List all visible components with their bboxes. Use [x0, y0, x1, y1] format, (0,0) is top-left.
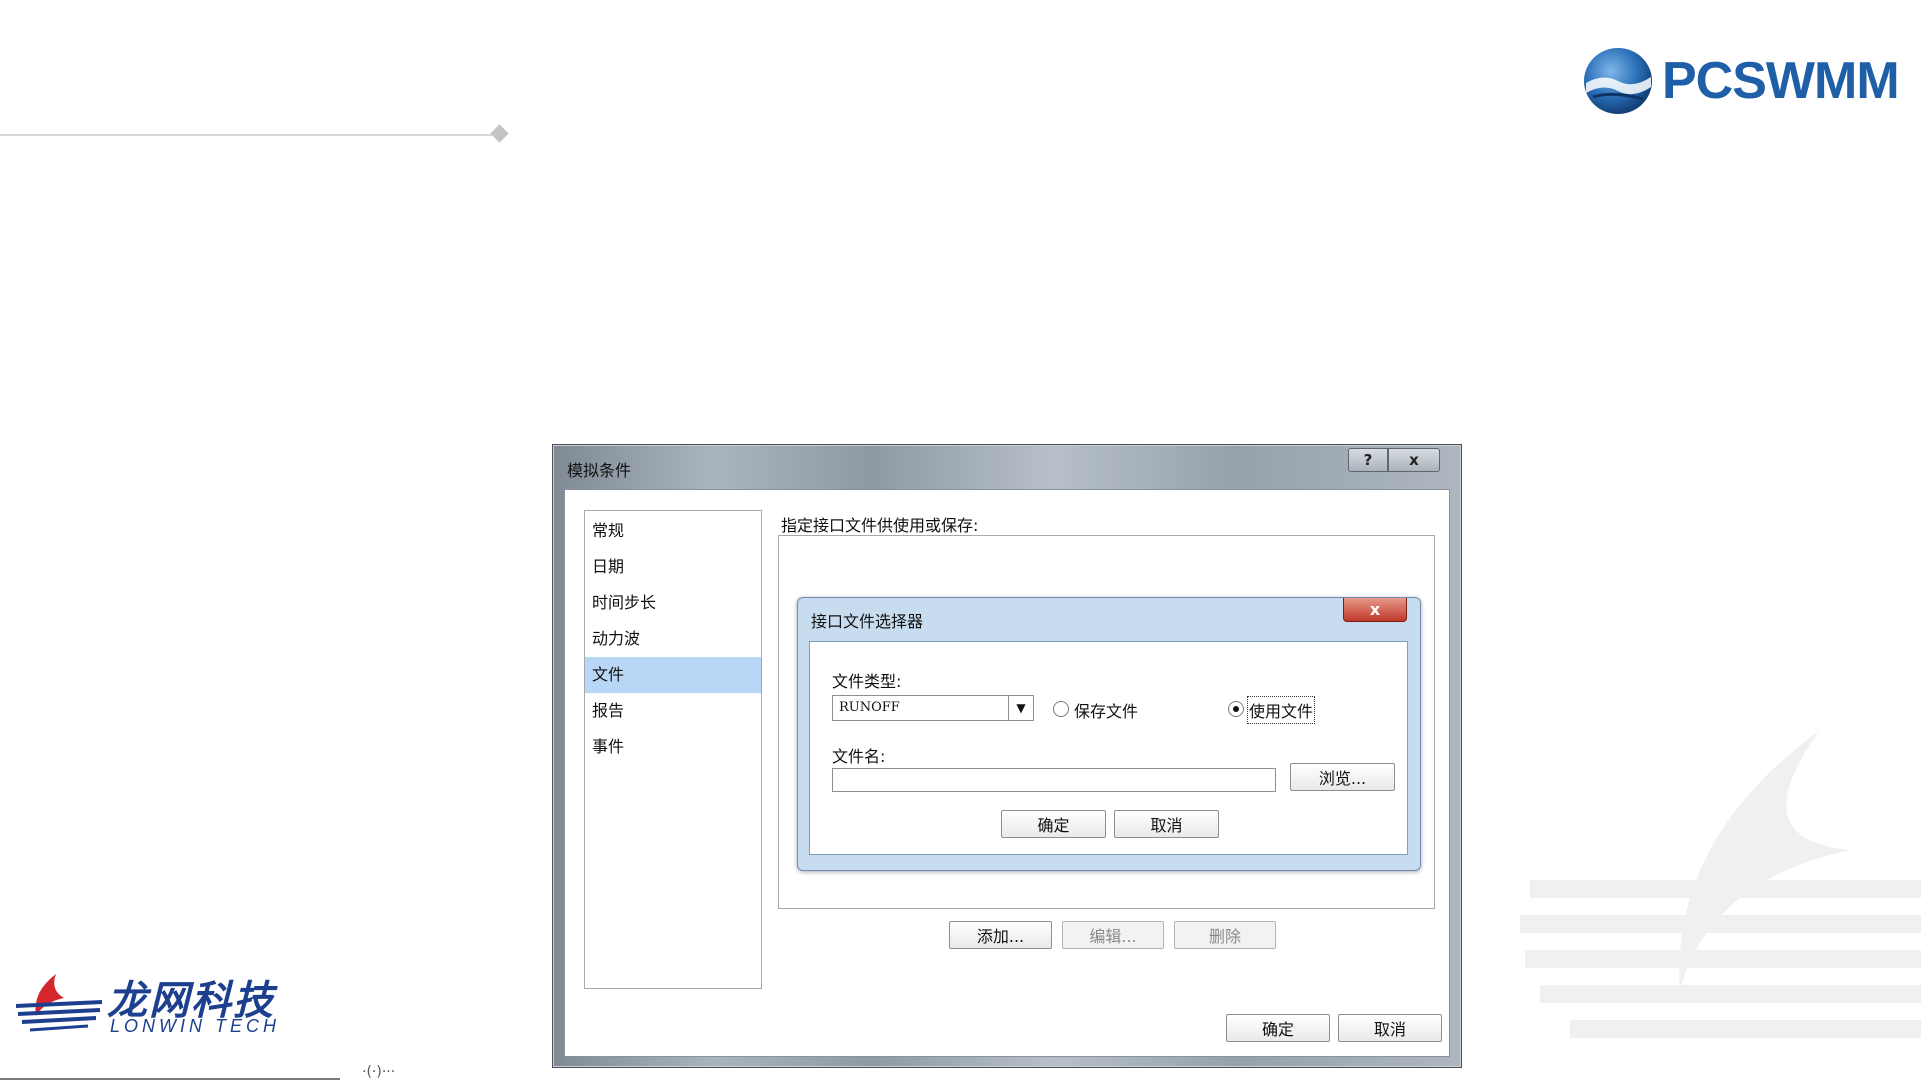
- lonwin-logo: 龙网科技 LONWIN TECH: [14, 968, 284, 1038]
- nav-item-dates[interactable]: 日期: [585, 549, 761, 585]
- chevron-down-icon[interactable]: ▼: [1008, 696, 1033, 720]
- nav-item-files[interactable]: 文件: [585, 657, 761, 693]
- delete-button[interactable]: 删除: [1174, 921, 1276, 949]
- globe-icon: [1584, 48, 1652, 114]
- close-button[interactable]: x: [1388, 448, 1440, 472]
- cancel-button[interactable]: 取消: [1338, 1014, 1442, 1042]
- nav-item-events[interactable]: 事件: [585, 729, 761, 765]
- files-heading: 指定接口文件供使用或保存:: [781, 516, 979, 535]
- nav-item-reports[interactable]: 报告: [585, 693, 761, 729]
- use-file-radio[interactable]: [1228, 701, 1244, 717]
- file-type-value: RUNOFF: [839, 700, 900, 715]
- file-name-label: 文件名:: [832, 747, 886, 766]
- footer-rule: [0, 1078, 340, 1080]
- lonwin-english-name: LONWIN TECH: [110, 1016, 280, 1036]
- save-file-radio[interactable]: [1053, 701, 1069, 717]
- edit-button[interactable]: 编辑...: [1062, 921, 1164, 949]
- file-type-select[interactable]: RUNOFF ▼: [832, 695, 1034, 721]
- dialog-title: 模拟条件: [567, 461, 632, 480]
- add-button[interactable]: 添加...: [949, 921, 1052, 949]
- save-file-radio-label[interactable]: 保存文件: [1074, 698, 1138, 722]
- header-rule: [0, 134, 496, 136]
- nav-item-time-steps[interactable]: 时间步长: [585, 585, 761, 621]
- nav-item-general[interactable]: 常规: [585, 513, 761, 549]
- lonwin-emblem-icon: [15, 974, 103, 1032]
- help-button[interactable]: ?: [1348, 448, 1388, 472]
- options-nav-list: 常规 日期 时间步长 动力波 文件 报告 事件: [584, 510, 762, 989]
- footer-text-fragment: ·(·)···: [362, 1064, 396, 1080]
- sub-cancel-button[interactable]: 取消: [1114, 810, 1219, 838]
- watermark-emblem: [1520, 730, 1921, 1038]
- sub-dialog-title: 接口文件选择器: [811, 612, 924, 631]
- ok-button[interactable]: 确定: [1226, 1014, 1330, 1042]
- interface-file-selector-dialog: 接口文件选择器 x 文件类型: RUNOFF ▼ 保存文件 使用文件 文件名: …: [797, 597, 1421, 871]
- pcswmm-wordmark: PCSWMM: [1662, 52, 1900, 110]
- rule-diamond: [490, 124, 509, 143]
- file-name-input[interactable]: [832, 768, 1276, 792]
- sub-ok-button[interactable]: 确定: [1001, 810, 1106, 838]
- file-type-label: 文件类型:: [832, 672, 902, 691]
- sub-dialog-close-button[interactable]: x: [1343, 598, 1407, 622]
- use-file-radio-label[interactable]: 使用文件: [1246, 696, 1316, 724]
- sub-dialog-body: 文件类型: RUNOFF ▼ 保存文件 使用文件 文件名: 浏览... 确定 取…: [809, 641, 1408, 855]
- pcswmm-logo: PCSWMM: [1583, 47, 1900, 115]
- browse-button[interactable]: 浏览...: [1290, 763, 1395, 791]
- nav-item-dynamic-wave[interactable]: 动力波: [585, 621, 761, 657]
